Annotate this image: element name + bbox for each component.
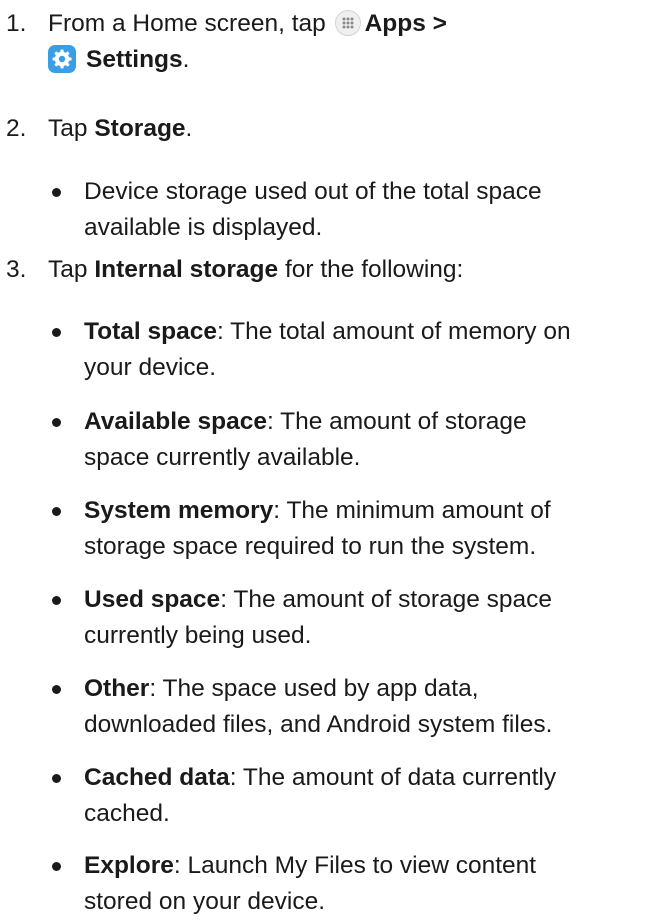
bullet-line: stored on your device. — [84, 888, 326, 915]
step-suffix: . — [185, 115, 193, 142]
bullet-line: : The amount of storage — [266, 408, 527, 435]
settings-gear-icon — [48, 44, 76, 73]
bullet-term: Available space — [84, 408, 267, 435]
bullet-line: Device storage used out of the total spa… — [84, 178, 542, 205]
bullet-line: currently being used. — [84, 622, 312, 649]
bullet-dot — [52, 328, 61, 337]
bullet-term: Explore — [84, 852, 174, 879]
bullet-line: : The total amount of memory on — [216, 318, 571, 345]
apps-grid-icon — [334, 9, 361, 36]
bullet-line: your device. — [84, 354, 217, 381]
bullet-dot — [52, 418, 61, 427]
step-prefix: Tap — [48, 256, 88, 283]
step-text: Tap Internal storage for the following: — [48, 252, 648, 288]
bullet-line: cached. — [84, 800, 170, 827]
settings-label: Settings — [86, 46, 183, 73]
bullet-line: downloaded files, and Android system fil… — [84, 711, 553, 738]
step-prefix: From a Home screen, tap — [48, 10, 326, 37]
bullet-dot — [52, 862, 61, 871]
storage-label: Storage — [94, 115, 186, 142]
bullet-text: Other: The space used by app data, downl… — [84, 671, 650, 743]
step-text: Tap Storage. — [48, 111, 648, 147]
bullet-text: Available space: The amount of storage s… — [84, 404, 650, 476]
internal-storage-label: Internal storage — [94, 256, 279, 283]
bullet-text: Cached data: The amount of data currentl… — [84, 760, 650, 832]
bullet-line: storage space required to run the system… — [84, 533, 537, 560]
apps-label: Apps — [364, 10, 426, 37]
bullet-line: : The minimum amount of — [273, 497, 551, 524]
bullet-text: System memory: The minimum amount of sto… — [84, 493, 650, 565]
bullet-dot — [52, 507, 61, 516]
step-suffix: for the following: — [284, 256, 464, 283]
step-text: From a Home screen, tap Apps > Settings. — [48, 6, 648, 78]
step-number: 1. — [6, 10, 27, 37]
bullet-dot — [52, 774, 61, 783]
bullet-line: : The amount of storage space — [220, 586, 553, 613]
bullet-line: : The space used by app data, — [149, 675, 479, 702]
step-prefix: Tap — [48, 115, 88, 142]
step-number: 3. — [6, 256, 27, 283]
bullet-line: available is displayed. — [84, 214, 323, 241]
bullet-dot — [52, 596, 61, 605]
bullet-term: Total space — [84, 318, 217, 345]
bullet-line: : Launch My Files to view content — [173, 852, 537, 879]
bullet-text: Device storage used out of the total spa… — [84, 174, 650, 246]
bullet-term: Other — [84, 675, 150, 702]
menu-separator: > — [432, 10, 447, 37]
bullet-dot — [52, 188, 61, 197]
bullet-text: Total space: The total amount of memory … — [84, 314, 650, 386]
bullet-term: Cached data — [84, 764, 230, 791]
bullet-term: Used space — [84, 586, 221, 613]
bullet-line: : The amount of data currently — [229, 764, 557, 791]
bullet-term: System memory — [84, 497, 274, 524]
bullet-text: Used space: The amount of storage space … — [84, 582, 650, 654]
step-suffix: . — [182, 46, 190, 73]
bullet-text: Explore: Launch My Files to view content… — [84, 848, 650, 920]
bullet-line: space currently available. — [84, 444, 361, 471]
step-number: 2. — [6, 115, 27, 142]
bullet-dot — [52, 685, 61, 694]
